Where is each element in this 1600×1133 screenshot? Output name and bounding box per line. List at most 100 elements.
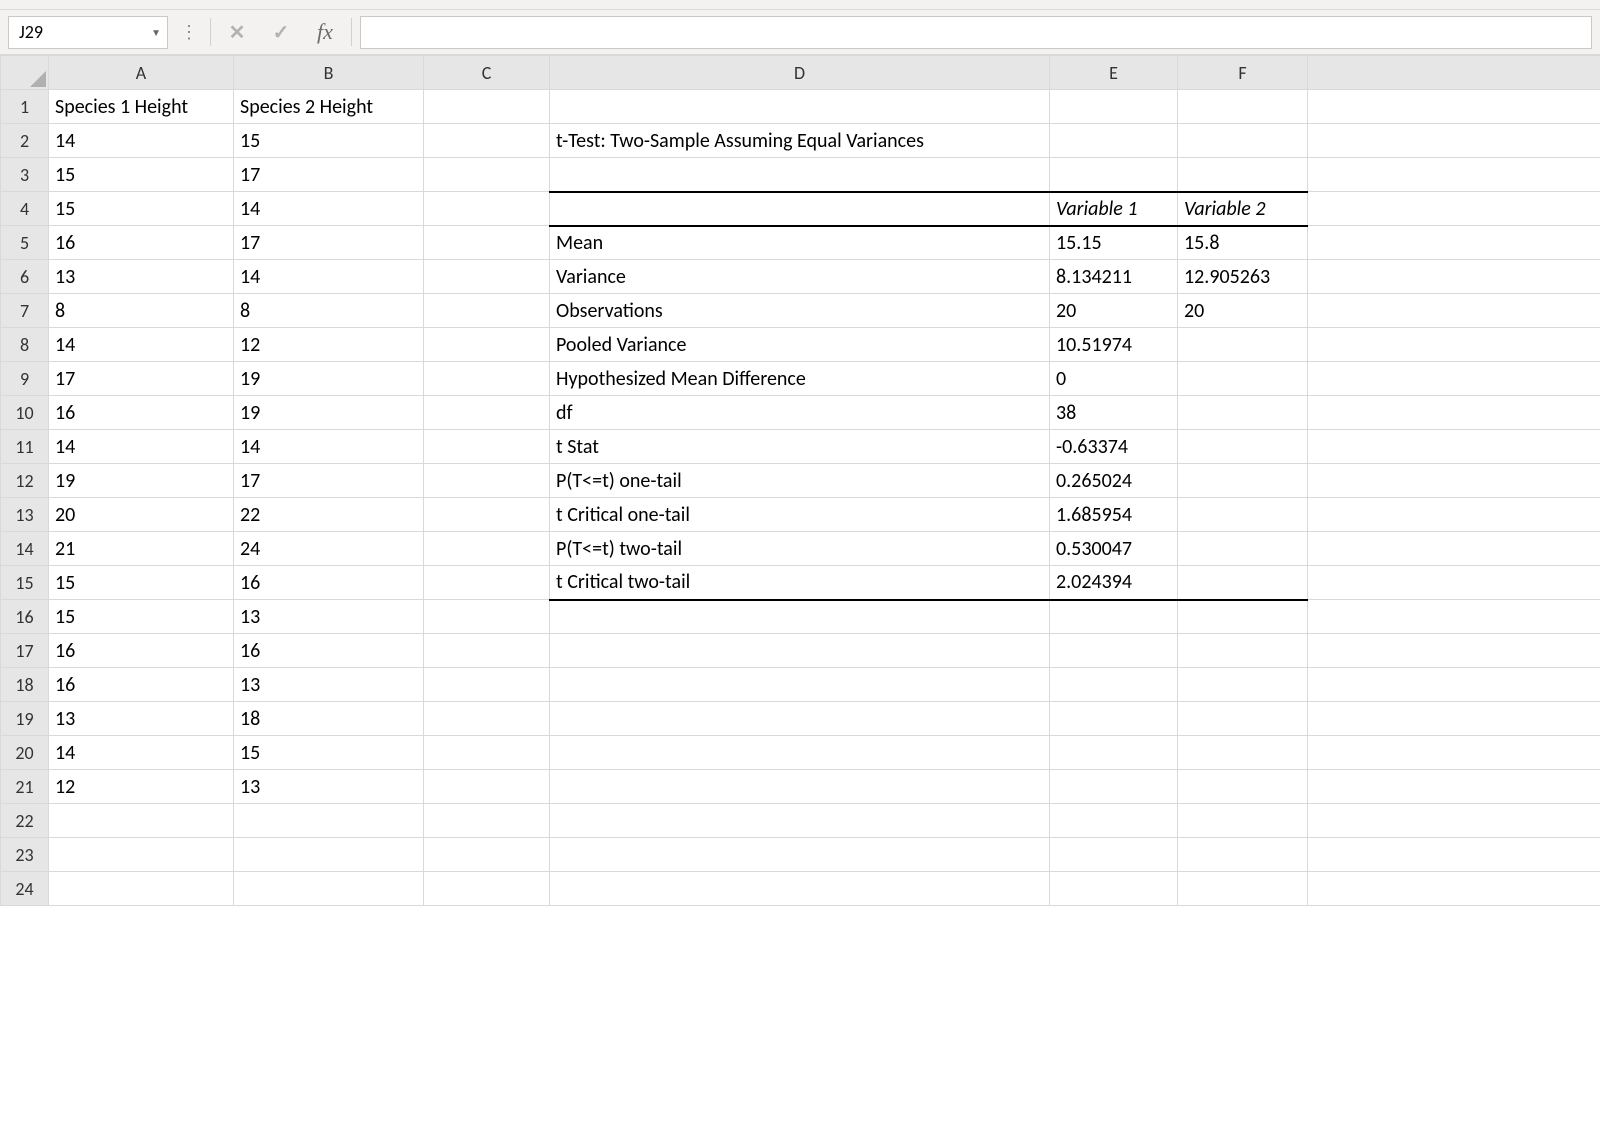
cell[interactable]: [1308, 464, 1600, 498]
cell[interactable]: [1178, 872, 1308, 906]
cell[interactable]: 24: [234, 532, 424, 566]
cell[interactable]: [1178, 770, 1308, 804]
cell[interactable]: P(T<=t) two-tail: [550, 532, 1050, 566]
cell[interactable]: [1308, 192, 1600, 226]
cell[interactable]: [234, 838, 424, 872]
cell[interactable]: t Critical one-tail: [550, 498, 1050, 532]
cell[interactable]: [550, 804, 1050, 838]
cell[interactable]: [1308, 600, 1600, 634]
col-header-C[interactable]: C: [424, 56, 550, 90]
cell[interactable]: [424, 260, 550, 294]
cell[interactable]: [234, 872, 424, 906]
cell[interactable]: [550, 736, 1050, 770]
cell[interactable]: 19: [234, 362, 424, 396]
cell[interactable]: 19: [49, 464, 234, 498]
cell[interactable]: [1050, 736, 1178, 770]
cell[interactable]: [1050, 124, 1178, 158]
cell[interactable]: [424, 396, 550, 430]
formula-input[interactable]: [360, 16, 1592, 49]
cell[interactable]: [1308, 294, 1600, 328]
cell[interactable]: [550, 158, 1050, 192]
row-header[interactable]: 21: [1, 770, 49, 804]
cell[interactable]: [424, 736, 550, 770]
cell[interactable]: [424, 158, 550, 192]
row-header[interactable]: 15: [1, 566, 49, 600]
cell[interactable]: 16: [49, 396, 234, 430]
cell[interactable]: [49, 838, 234, 872]
resize-handle-icon[interactable]: ⋮: [176, 23, 202, 41]
row-header[interactable]: 6: [1, 260, 49, 294]
cell[interactable]: P(T<=t) one-tail: [550, 464, 1050, 498]
row-header[interactable]: 2: [1, 124, 49, 158]
row-header[interactable]: 19: [1, 702, 49, 736]
cell[interactable]: [1178, 600, 1308, 634]
cell[interactable]: [1308, 430, 1600, 464]
cell[interactable]: [1050, 702, 1178, 736]
cell[interactable]: [424, 430, 550, 464]
row-header[interactable]: 11: [1, 430, 49, 464]
cell[interactable]: t Critical two-tail: [550, 566, 1050, 600]
cell[interactable]: 16: [234, 634, 424, 668]
cell[interactable]: [1178, 566, 1308, 600]
cell[interactable]: [424, 804, 550, 838]
cell[interactable]: [1308, 804, 1600, 838]
cell[interactable]: [424, 838, 550, 872]
cell[interactable]: 20: [49, 498, 234, 532]
cell[interactable]: [1308, 124, 1600, 158]
cell[interactable]: [1308, 498, 1600, 532]
col-header-D[interactable]: D: [550, 56, 1050, 90]
row-header[interactable]: 9: [1, 362, 49, 396]
cell[interactable]: [550, 634, 1050, 668]
cell[interactable]: [1050, 804, 1178, 838]
cell[interactable]: 12: [49, 770, 234, 804]
cell[interactable]: [1308, 362, 1600, 396]
cell[interactable]: [49, 872, 234, 906]
col-header-A[interactable]: A: [49, 56, 234, 90]
cell[interactable]: 8: [49, 294, 234, 328]
cell[interactable]: [424, 872, 550, 906]
row-header[interactable]: 12: [1, 464, 49, 498]
row-header[interactable]: 3: [1, 158, 49, 192]
cell[interactable]: [424, 702, 550, 736]
cell[interactable]: [424, 192, 550, 226]
cell[interactable]: [1308, 770, 1600, 804]
row-header[interactable]: 8: [1, 328, 49, 362]
cell[interactable]: 8: [234, 294, 424, 328]
cell[interactable]: 13: [234, 770, 424, 804]
cell[interactable]: 14: [234, 260, 424, 294]
cell[interactable]: 20: [1178, 294, 1308, 328]
cell[interactable]: 15: [49, 600, 234, 634]
cell[interactable]: [1178, 702, 1308, 736]
cell[interactable]: [550, 872, 1050, 906]
cell[interactable]: 17: [234, 158, 424, 192]
cell[interactable]: [424, 600, 550, 634]
cell[interactable]: [1308, 158, 1600, 192]
cell[interactable]: 2.024394: [1050, 566, 1178, 600]
row-header[interactable]: 22: [1, 804, 49, 838]
cell[interactable]: 16: [234, 566, 424, 600]
cell[interactable]: 17: [234, 464, 424, 498]
select-all-corner[interactable]: [1, 56, 49, 90]
cell[interactable]: Observations: [550, 294, 1050, 328]
cell[interactable]: [424, 498, 550, 532]
row-header[interactable]: 13: [1, 498, 49, 532]
cell[interactable]: [1178, 464, 1308, 498]
row-header[interactable]: 1: [1, 90, 49, 124]
row-header[interactable]: 4: [1, 192, 49, 226]
cell[interactable]: 15: [49, 192, 234, 226]
cell[interactable]: 13: [49, 702, 234, 736]
cell[interactable]: 21: [49, 532, 234, 566]
cell[interactable]: 15: [234, 124, 424, 158]
cell[interactable]: 12.905263: [1178, 260, 1308, 294]
cell[interactable]: [1050, 668, 1178, 702]
cell[interactable]: [424, 668, 550, 702]
cell[interactable]: df: [550, 396, 1050, 430]
cell[interactable]: [550, 770, 1050, 804]
cell[interactable]: 0.265024: [1050, 464, 1178, 498]
cell[interactable]: 17: [234, 226, 424, 260]
row-header[interactable]: 16: [1, 600, 49, 634]
cell[interactable]: 10.51974: [1050, 328, 1178, 362]
fx-icon[interactable]: fx: [307, 17, 343, 47]
cell[interactable]: [1050, 770, 1178, 804]
cell[interactable]: [1178, 328, 1308, 362]
